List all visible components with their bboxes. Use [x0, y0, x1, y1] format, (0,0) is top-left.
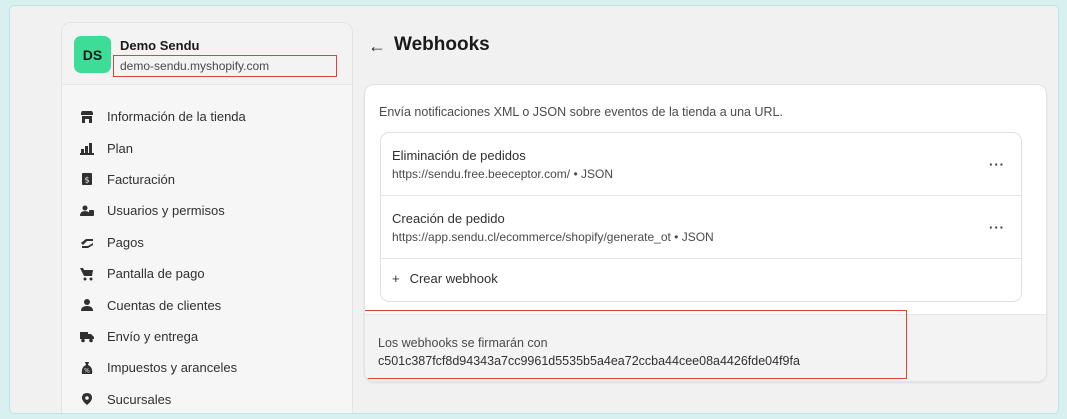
store-domain: demo-sendu.myshopify.com	[113, 55, 337, 77]
nav-item-store-info[interactable]: Información de la tienda	[62, 101, 352, 132]
nav-item-label: Plan	[107, 140, 134, 156]
truck-icon	[80, 329, 94, 343]
cart-icon	[80, 267, 94, 281]
page-title: Webhooks	[394, 34, 490, 55]
nav-item-locations[interactable]: Sucursales	[62, 384, 352, 413]
card-description: Envía notificaciones XML o JSON sobre ev…	[379, 105, 783, 119]
plus-icon: +	[392, 271, 400, 286]
signature-value: c501c387fcf8d94343a7cc9961d5535b5a4ea72c…	[378, 354, 800, 368]
nav-item-label: Información de la tienda	[107, 109, 246, 125]
more-actions-icon[interactable]: ···	[989, 220, 1005, 235]
webhook-list: Eliminación de pedidos https://sendu.fre…	[380, 132, 1022, 302]
payments-icon	[80, 235, 94, 249]
tax-icon: %	[80, 361, 94, 375]
back-arrow-icon[interactable]: ←	[368, 36, 386, 57]
plan-chart-icon	[80, 141, 94, 156]
nav-item-shipping[interactable]: Envío y entrega	[62, 321, 352, 352]
nav-item-label: Pagos	[107, 234, 144, 250]
nav-item-label: Pantalla de pago	[107, 266, 205, 282]
person-icon	[80, 298, 94, 312]
store-name: Demo Sendu	[120, 38, 200, 53]
signature-footer: Los webhooks se firmarán con c501c387fcf…	[365, 310, 1046, 381]
nav-item-plan[interactable]: Plan	[62, 132, 352, 163]
location-pin-icon	[80, 392, 94, 406]
svg-text:$: $	[84, 176, 89, 185]
nav-item-taxes[interactable]: % Impuestos y aranceles	[62, 352, 352, 383]
signature-label: Los webhooks se firmarán con	[378, 336, 548, 350]
users-icon	[80, 204, 94, 218]
webhook-row[interactable]: Eliminación de pedidos https://sendu.fre…	[381, 133, 1021, 196]
nav-item-label: Sucursales	[107, 391, 172, 407]
nav-item-billing[interactable]: $ Facturación	[62, 164, 352, 195]
webhooks-card: Envía notificaciones XML o JSON sobre ev…	[364, 84, 1047, 382]
nav-item-label: Cuentas de clientes	[107, 297, 222, 313]
nav-item-label: Impuestos y aranceles	[107, 360, 238, 376]
more-actions-icon[interactable]: ···	[989, 157, 1005, 172]
settings-nav: Información de la tienda Plan $ Facturac…	[62, 101, 352, 413]
nav-item-label: Envío y entrega	[107, 328, 199, 344]
settings-sidebar: DS Demo Sendu demo-sendu.myshopify.com I…	[61, 22, 353, 413]
create-webhook-button[interactable]: + Crear webhook	[392, 271, 498, 286]
app-window: DS Demo Sendu demo-sendu.myshopify.com I…	[10, 6, 1058, 413]
webhook-title: Creación de pedido	[392, 211, 505, 226]
store-avatar: DS	[74, 36, 111, 73]
webhook-row[interactable]: Creación de pedido https://app.sendu.cl/…	[381, 196, 1021, 259]
webhook-url: https://sendu.free.beeceptor.com/ • JSON	[392, 167, 613, 181]
store-header[interactable]: DS Demo Sendu demo-sendu.myshopify.com	[62, 23, 352, 85]
svg-text:%: %	[84, 367, 90, 374]
nav-item-label: Usuarios y permisos	[107, 203, 225, 219]
nav-item-users[interactable]: Usuarios y permisos	[62, 195, 352, 226]
nav-item-label: Facturación	[107, 171, 175, 187]
nav-item-checkout[interactable]: Pantalla de pago	[62, 258, 352, 289]
webhook-url: https://app.sendu.cl/ecommerce/shopify/g…	[392, 230, 714, 244]
billing-icon: $	[80, 172, 94, 186]
store-icon	[80, 110, 94, 124]
nav-item-payments[interactable]: Pagos	[62, 227, 352, 258]
webhook-title: Eliminación de pedidos	[392, 148, 526, 163]
create-webhook-label: Crear webhook	[409, 271, 498, 286]
nav-item-customer-accounts[interactable]: Cuentas de clientes	[62, 289, 352, 320]
